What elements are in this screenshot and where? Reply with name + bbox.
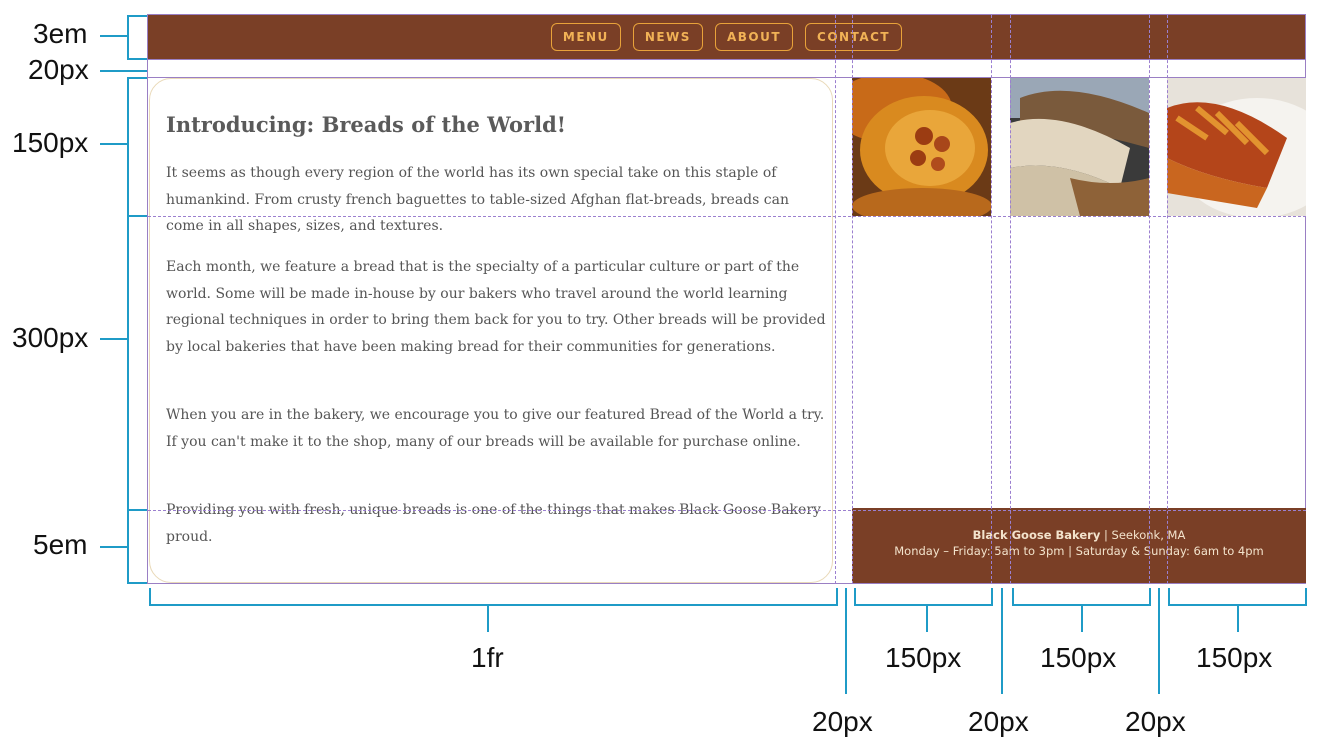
braided-bread-photo	[1167, 78, 1306, 216]
column-dimension-bracket	[854, 588, 856, 606]
grid-row-line	[148, 59, 1306, 60]
grid-row-line	[148, 583, 1306, 584]
gap-width-label: 20px	[812, 706, 873, 737]
row-height-label: 150px	[12, 127, 89, 158]
row-dimension-tick	[100, 338, 127, 340]
nav-bar: MENU NEWS ABOUT CONTACT	[148, 15, 1305, 59]
grid-row-line	[148, 77, 1306, 78]
column-dimension-bracket	[1012, 588, 1014, 606]
row-dimension-bracket	[127, 77, 129, 584]
row-dimension-tick	[100, 546, 127, 548]
column-dimension-bracket	[149, 588, 151, 606]
article-paragraph: Each month, we feature a bread that is t…	[166, 259, 826, 355]
row-height-label: 3em	[33, 18, 88, 49]
row-dimension-tick	[100, 70, 147, 72]
column-dimension-bracket	[1149, 588, 1151, 606]
grid-row-guide	[148, 510, 1306, 511]
column-width-label: 150px	[1040, 642, 1117, 673]
column-width-label: 150px	[885, 642, 962, 673]
row-dimension-bracket	[127, 77, 147, 79]
article-paragraph: Providing you with fresh, unique breads …	[166, 502, 821, 545]
column-width-label: 1fr	[471, 642, 504, 673]
column-width-label: 150px	[1196, 642, 1273, 673]
column-dimension-tick	[1237, 604, 1239, 632]
footer-line-1: Black Goose Bakery | Seekonk, MA	[852, 527, 1306, 543]
row-dimension-bracket	[127, 215, 147, 217]
row-dimension-bracket	[127, 15, 129, 59]
column-dimension-tick	[1081, 604, 1083, 632]
row-dimension-bracket	[127, 58, 147, 60]
grid-row-guide	[148, 216, 1306, 217]
column-dimension-bracket	[1168, 588, 1170, 606]
row-height-label: 5em	[33, 529, 88, 560]
grid-column-guide	[852, 15, 853, 584]
grid-column-guide	[991, 15, 992, 584]
article-title: Introducing: Breads of the World!	[166, 112, 567, 137]
grid-column-guide	[1167, 15, 1168, 584]
column-dimension-bracket	[991, 588, 993, 606]
nav-news-link[interactable]: NEWS	[632, 23, 703, 51]
footer-hours: Monday – Friday: 5am to 3pm | Saturday &…	[894, 544, 1264, 558]
nav-menu-link[interactable]: MENU	[550, 23, 621, 51]
article-paragraph: It seems as though every region of the w…	[166, 165, 789, 234]
gap-width-label: 20px	[1125, 706, 1186, 737]
row-height-label: 300px	[12, 322, 89, 353]
row-dimension-tick	[100, 35, 127, 37]
footer: Black Goose Bakery | Seekonk, MA Monday …	[852, 508, 1306, 583]
column-dimension-bracket	[836, 588, 838, 606]
round-bread-photo	[852, 78, 991, 216]
sliced-loaf-photo	[1010, 78, 1149, 216]
grid-column-guide	[1010, 15, 1011, 584]
column-dimension-tick	[487, 604, 489, 632]
row-dimension-bracket	[127, 582, 147, 584]
row-dimension-bracket	[127, 509, 147, 511]
nav-menu: MENU NEWS ABOUT CONTACT	[148, 15, 1305, 59]
column-dimension-tick	[926, 604, 928, 632]
gap-dimension-line	[845, 588, 847, 694]
gap-dimension-line	[1158, 588, 1160, 694]
nav-contact-link[interactable]: CONTACT	[805, 23, 903, 51]
gap-width-label: 20px	[968, 706, 1029, 737]
column-dimension-bracket	[854, 604, 993, 606]
column-dimension-bracket	[149, 604, 838, 606]
row-height-label: 20px	[28, 54, 89, 85]
row-dimension-bracket	[127, 15, 147, 17]
column-dimension-bracket	[1305, 588, 1307, 606]
grid-column-guide	[1149, 15, 1150, 584]
row-dimension-tick	[100, 143, 127, 145]
nav-about-link[interactable]: ABOUT	[714, 23, 794, 51]
article-paragraph: When you are in the bakery, we encourage…	[166, 407, 825, 450]
grid-column-guide	[835, 15, 836, 584]
gap-dimension-line	[1001, 588, 1003, 694]
footer-location: | Seekonk, MA	[1100, 528, 1186, 542]
